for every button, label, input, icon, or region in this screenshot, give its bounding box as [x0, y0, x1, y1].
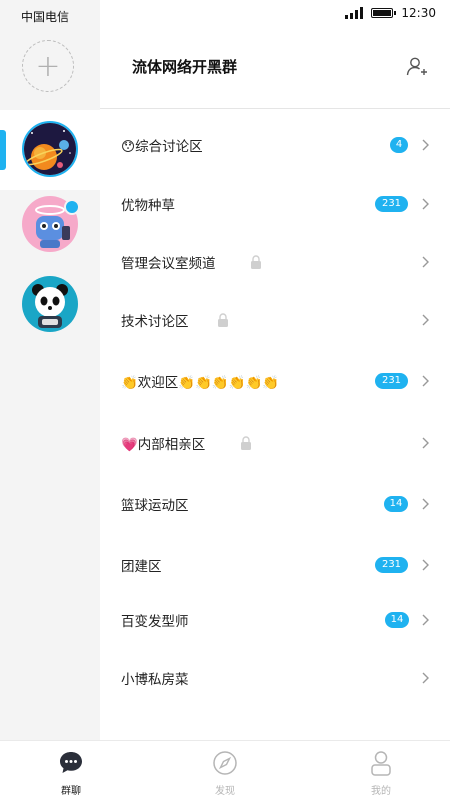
channel-label: 👏欢迎区👏👏👏👏👏👏 — [121, 375, 280, 391]
channel-row[interactable]: 技术讨论区 — [100, 291, 450, 349]
channel-label: 💗内部相亲区 — [121, 437, 206, 453]
unread-dot — [64, 199, 80, 215]
channel-row[interactable]: 团建区 231 — [100, 536, 450, 594]
signal-icon — [345, 7, 364, 19]
tab-label: 发现 — [215, 786, 235, 797]
unread-badge: 231 — [375, 373, 408, 389]
carrier-label: 中国电信 — [21, 10, 70, 24]
chevron-right-icon — [422, 614, 429, 626]
chevron-right-icon — [422, 375, 429, 387]
tab-group-chat[interactable]: 群聊 — [21, 741, 121, 801]
channel-row[interactable]: 优物种草 231 — [100, 175, 450, 233]
channel-label: 😯综合讨论区 — [121, 139, 203, 155]
bottom-tab-bar: 群聊 发现 我的 — [0, 740, 450, 801]
tab-me[interactable]: 我的 — [331, 741, 431, 801]
lock-icon — [251, 255, 261, 269]
chevron-right-icon — [422, 139, 429, 151]
header-divider — [100, 108, 450, 109]
unread-badge: 231 — [375, 196, 408, 212]
compass-icon — [213, 751, 237, 775]
panda-avatar-image — [22, 276, 78, 332]
chat-bubble-icon — [60, 752, 82, 773]
add-member-button[interactable] — [406, 56, 428, 78]
channel-row[interactable]: 💗内部相亲区 — [100, 414, 450, 472]
unread-badge: 14 — [385, 612, 409, 628]
lock-icon — [241, 436, 251, 450]
status-time: 12:30 — [401, 6, 436, 20]
channel-row[interactable]: 管理会议室频道 — [100, 233, 450, 291]
tab-label: 我的 — [371, 786, 391, 797]
unread-badge: 14 — [384, 496, 408, 512]
channel-label: 管理会议室频道 — [121, 256, 216, 272]
group-title: 流体网络开黑群 — [132, 58, 238, 76]
tab-discover[interactable]: 发现 — [175, 741, 275, 801]
channel-row[interactable]: 小博私房菜 — [100, 649, 450, 707]
channel-label: 百变发型师 — [121, 614, 189, 630]
user-icon — [371, 751, 391, 776]
channel-label: 技术讨论区 — [121, 314, 189, 330]
chevron-right-icon — [422, 314, 429, 326]
chevron-right-icon — [422, 437, 429, 449]
add-user-icon — [406, 57, 427, 76]
chevron-right-icon — [422, 672, 429, 684]
space-avatar-image — [24, 123, 76, 175]
channel-row[interactable]: 百变发型师 14 — [100, 591, 450, 649]
server-avatar-space[interactable] — [22, 121, 78, 177]
status-indicators: 12:30 — [345, 6, 436, 20]
battery-icon — [371, 8, 397, 18]
chevron-right-icon — [422, 256, 429, 268]
active-server-indicator — [0, 130, 6, 170]
chevron-right-icon — [422, 559, 429, 571]
tab-label: 群聊 — [61, 786, 81, 797]
plus-icon: + — [35, 48, 61, 84]
channel-label: 团建区 — [121, 559, 162, 575]
unread-badge: 231 — [375, 557, 408, 573]
channel-row[interactable]: 👏欢迎区👏👏👏👏👏👏 231 — [100, 352, 450, 410]
lock-icon — [218, 313, 228, 327]
channel-row[interactable]: 😯综合讨论区 4 — [100, 116, 450, 174]
channel-label: 篮球运动区 — [121, 498, 189, 514]
channel-label: 优物种草 — [121, 198, 175, 214]
chevron-right-icon — [422, 498, 429, 510]
add-server-button[interactable]: + — [22, 40, 74, 92]
channel-row[interactable]: 篮球运动区 14 — [100, 475, 450, 533]
channel-label: 小博私房菜 — [121, 672, 189, 688]
unread-badge: 4 — [390, 137, 408, 153]
server-avatar-panda[interactable] — [22, 276, 78, 332]
chevron-right-icon — [422, 198, 429, 210]
